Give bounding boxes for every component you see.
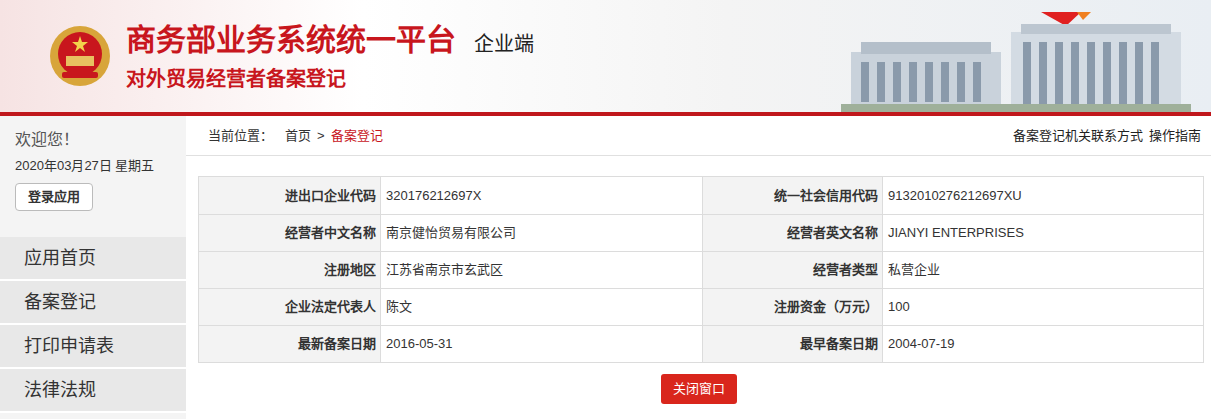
field-value-text: 913201027621269​7XU xyxy=(888,186,1022,206)
welcome-text: 欢迎您！ xyxy=(15,128,186,152)
field-value-text: JIANYI ENTERPRISES xyxy=(888,223,1024,243)
breadcrumb-item[interactable]: 首页 xyxy=(285,126,311,146)
breadcrumb-item[interactable]: 备案登记 xyxy=(331,126,383,146)
field-label-text: 最新备案日期 xyxy=(298,334,376,354)
field-label-text: 经营者类型 xyxy=(813,260,878,280)
field-label-text: 最早备案日期 xyxy=(800,334,878,354)
field-label-text: 注册地区 xyxy=(324,260,376,280)
sidebar-item[interactable]: 打印申请表 xyxy=(0,325,186,369)
close-button[interactable]: 关闭窗口 xyxy=(661,374,737,404)
sidebar-item[interactable]: 应用首页 xyxy=(0,237,186,281)
field-value-text: 320176212697X xyxy=(386,186,481,206)
field-label: 最早备案日期 xyxy=(703,326,883,362)
field-value-text: 陈文 xyxy=(386,297,412,317)
date-text: 2020年03月27日 星期五 xyxy=(15,156,186,176)
field-label: 注册资金（万元） xyxy=(703,289,883,325)
building-icon xyxy=(841,12,1191,112)
breadcrumb-label: 当前位置： xyxy=(208,126,273,146)
field-value: 私营企业 xyxy=(883,252,1203,288)
site-badge: 企业端 xyxy=(474,29,534,59)
field-label-text: 进出口企业代码 xyxy=(285,186,376,206)
field-label: 企业法定代表人 xyxy=(199,289,381,325)
top-links: 备案登记机关联系方式操作指南 xyxy=(1013,126,1201,146)
login-button[interactable]: 登录应用 xyxy=(15,183,93,211)
field-value: 2016-05-31 xyxy=(381,326,703,362)
sidebar-item-label[interactable]: 应用首页 xyxy=(24,245,96,272)
field-label-text: 注册资金（万元） xyxy=(774,297,878,317)
sidebar-item-label[interactable]: 打印申请表 xyxy=(24,333,114,360)
field-value: 100 xyxy=(883,289,1203,325)
table-row: 企业法定代表人陈文 注册资金（万元） 100 xyxy=(199,288,1203,325)
field-value: 320176212697X xyxy=(381,177,703,214)
table-row: 最新备案日期 2016-05-31 最早备案日期 2004-07-19 xyxy=(199,325,1203,362)
field-label: 最新备案日期 xyxy=(199,326,381,362)
table-row: 进出口企业代码 320176212697X 统一社会信用代码 913201027621… xyxy=(199,177,1203,214)
sidebar: 欢迎您！ 2020年03月27日 星期五登录应用应用首页备案登记打印申请表法律法规 xyxy=(0,116,186,419)
field-label: 经营者英文名称 xyxy=(703,215,883,251)
field-value-text: 私营企业 xyxy=(888,260,940,280)
sidebar-item-label[interactable]: 法律法规 xyxy=(24,377,96,404)
breadcrumb-bar: 当前位置： 首页 > 备案登记 备案登记机关联系方式操作指南 xyxy=(186,116,1211,156)
content: 欢迎您！2020年03月27日 星期五登录应用应用首页备案登记打印申请表法律法规… xyxy=(0,116,1211,419)
button-row: 关闭窗口 xyxy=(186,374,1211,404)
breadcrumb-separator: > xyxy=(317,126,325,146)
field-value: JIANYI ENTERPRISES xyxy=(883,215,1203,251)
site-title: 商务部业务系统统一平台 xyxy=(126,21,456,59)
field-value-text: 2016-05-31 xyxy=(386,334,453,354)
field-value-text: 南京健怡贸易有限公司 xyxy=(386,223,516,243)
field-label: 经营者类型 xyxy=(703,252,883,288)
field-label-text: 企业法定代表人 xyxy=(285,297,376,317)
emblem-icon xyxy=(48,24,112,88)
field-label: 统一社会信用代码 xyxy=(703,177,883,214)
breadcrumb: 当前位置： 首页 > 备案登记 xyxy=(208,126,383,146)
sidebar-welcome: 欢迎您！ 2020年03月27日 星期五登录应用 xyxy=(0,116,186,237)
field-value: 南京健怡贸易有限公司 xyxy=(381,215,703,251)
table-row: 经营者中文名称南京健怡贸易有限公司 经营者英文名称 JIANYI ENTERPRIS… xyxy=(199,214,1203,251)
site-subtitle: 对外贸易经营者备案登记 xyxy=(126,65,534,93)
header-titles: 商务部业务系统统一平台企业端对外贸易经营者备案登记 xyxy=(126,19,534,93)
table-row: 注册地区江苏省南京市玄武区 经营者类型私营企业 xyxy=(199,251,1203,288)
field-label-text: 经营者中文名称 xyxy=(285,223,376,243)
field-label-text: 经营者英文名称 xyxy=(787,223,878,243)
field-label: 注册地区 xyxy=(199,252,381,288)
field-value-text: 江苏省南京市玄武区 xyxy=(386,260,503,280)
main: 当前位置： 首页 > 备案登记 备案登记机关联系方式操作指南进出口企业代码 3201762… xyxy=(186,116,1211,419)
sidebar-item[interactable]: 法律法规 xyxy=(0,369,186,413)
field-label-text: 统一社会信用代码 xyxy=(774,186,878,206)
field-value: 陈文 xyxy=(381,289,703,325)
field-value-text: 100 xyxy=(888,297,910,317)
top-link[interactable]: 操作指南 xyxy=(1149,126,1201,146)
field-value: 913201027621269​7XU xyxy=(883,177,1203,214)
field-value-text: 2004-07-19 xyxy=(888,334,955,354)
sidebar-item[interactable]: 备案登记 xyxy=(0,281,186,325)
top-link[interactable]: 备案登记机关联系方式 xyxy=(1013,126,1143,146)
field-value: 2004-07-19 xyxy=(883,326,1203,362)
header-title-row: 商务部业务系统统一平台企业端 xyxy=(126,21,534,59)
header: 商务部业务系统统一平台企业端对外贸易经营者备案登记 xyxy=(0,0,1211,112)
sidebar-item-label[interactable]: 备案登记 xyxy=(24,289,96,316)
info-table: 进出口企业代码 320176212697X 统一社会信用代码 913201027621… xyxy=(198,176,1204,363)
field-label: 进出口企业代码 xyxy=(199,177,381,214)
field-value: 江苏省南京市玄武区 xyxy=(381,252,703,288)
field-label: 经营者中文名称 xyxy=(199,215,381,251)
